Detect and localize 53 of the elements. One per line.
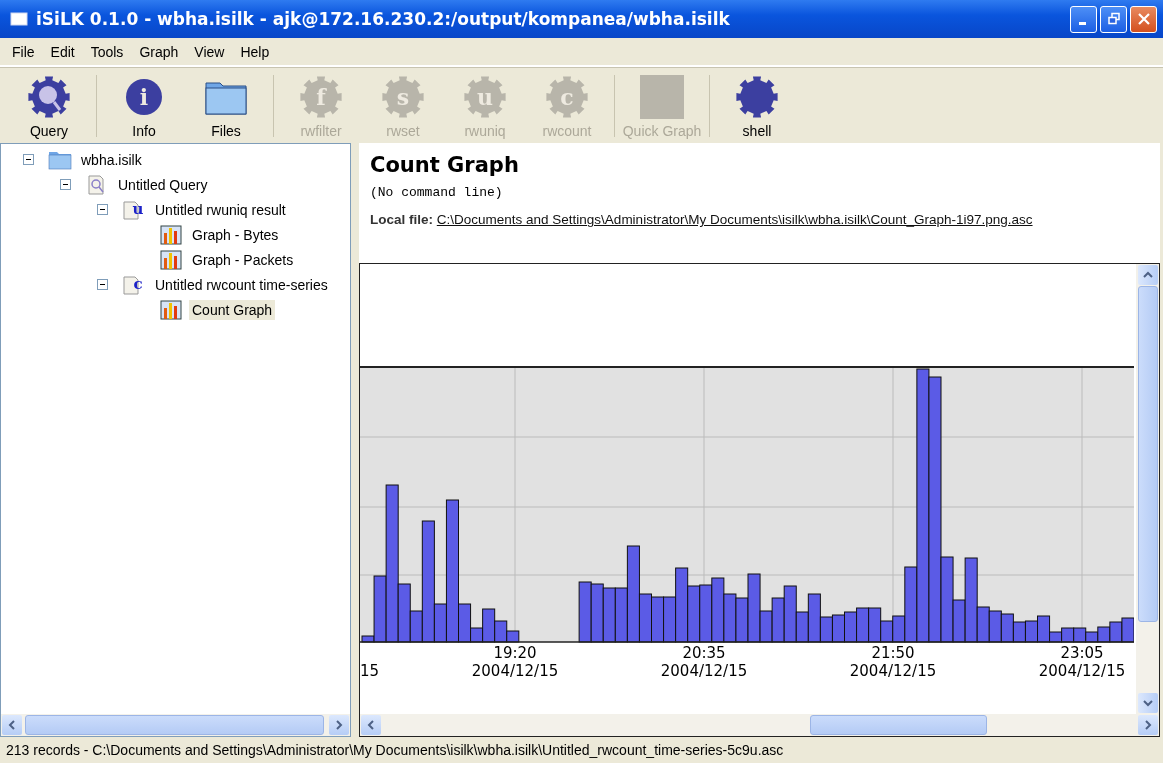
bar-chart-icon <box>159 224 183 245</box>
horizontal-scrollbar[interactable] <box>1 714 350 736</box>
menu-item[interactable]: Graph <box>133 43 185 60</box>
gear-search-icon <box>27 74 71 119</box>
tree-item[interactable]: Untitled rwuniq result <box>152 199 289 220</box>
toolbar-button[interactable]: Files <box>185 70 267 141</box>
menu-item[interactable]: File <box>6 43 41 60</box>
folder-icon <box>48 149 72 170</box>
toolbar-button[interactable]: i Info <box>103 70 185 141</box>
tree-item[interactable]: Graph - Bytes <box>189 224 282 245</box>
command-line-text: (No command line) <box>370 185 504 200</box>
graph-title: Count Graph <box>370 153 520 177</box>
axis-label: 2004/12/15 <box>471 662 559 680</box>
axis-label: 2004/12/15 <box>849 662 937 680</box>
window-title: iSiLK 0.1.0 - wbha.isilk - ajk@172.16.230.2:/output/kompanea/wbha.isilk <box>36 9 731 29</box>
restore-icon <box>1106 12 1121 26</box>
axis-label: 23:05 <box>1060 644 1104 662</box>
axis-label: 20:35 <box>682 644 726 662</box>
tree-item[interactable]: Count Graph <box>189 299 276 320</box>
square-icon <box>640 74 684 119</box>
menu-item[interactable]: Edit <box>44 43 81 60</box>
close-button[interactable] <box>1130 5 1157 33</box>
tree-item[interactable]: Graph - Packets <box>189 249 297 270</box>
axis-label: 2004/12/15 <box>1038 662 1126 680</box>
axis-label: 21:50 <box>871 644 915 662</box>
local-file-label: Local file: <box>370 212 433 227</box>
menu-item[interactable]: View <box>188 43 231 60</box>
bar-chart-icon <box>159 299 183 320</box>
collapse-toggle[interactable] <box>60 179 71 190</box>
tree-item[interactable]: Untitled rwcount time-series <box>152 274 331 295</box>
menu-item[interactable]: Help <box>234 43 276 60</box>
toolbar-button[interactable]: Query <box>8 70 90 141</box>
toolbar-button[interactable]: shell <box>716 70 798 141</box>
tree-item[interactable]: wbha.isilk <box>78 149 145 170</box>
status-text: 213 records - C:\Documents and Settings\Administrator\My Documents\isilk\wbha.isilk\Untitled_rwcount_time-series-5c9u.asc <box>6 742 784 758</box>
collapse-toggle[interactable] <box>23 154 34 165</box>
axis-label: 15 <box>360 662 380 680</box>
minimize-icon <box>1078 21 1086 25</box>
collapse-toggle[interactable] <box>97 204 108 215</box>
minimize-button[interactable] <box>1070 5 1097 33</box>
menu-item[interactable]: Tools <box>84 43 130 60</box>
axis-label: 2004/12/15 <box>660 662 748 680</box>
restore-button[interactable] <box>1100 5 1127 33</box>
window-icon <box>10 12 28 26</box>
collapse-toggle[interactable] <box>97 279 108 290</box>
vertical-scrollbar[interactable] <box>1136 264 1159 714</box>
local-file-link[interactable]: C:\Documents and Settings\Administrator\My Documents\isilk\wbha.isilk\Count_Graph-1i97.png.asc <box>436 212 1033 227</box>
horizontal-scrollbar[interactable] <box>360 714 1159 736</box>
bar-chart-icon <box>159 249 183 270</box>
tree-item[interactable]: Untitled Query <box>115 174 211 195</box>
close-icon <box>1136 12 1151 26</box>
axis-label: 19:20 <box>493 644 537 662</box>
gear-icon <box>735 74 779 119</box>
